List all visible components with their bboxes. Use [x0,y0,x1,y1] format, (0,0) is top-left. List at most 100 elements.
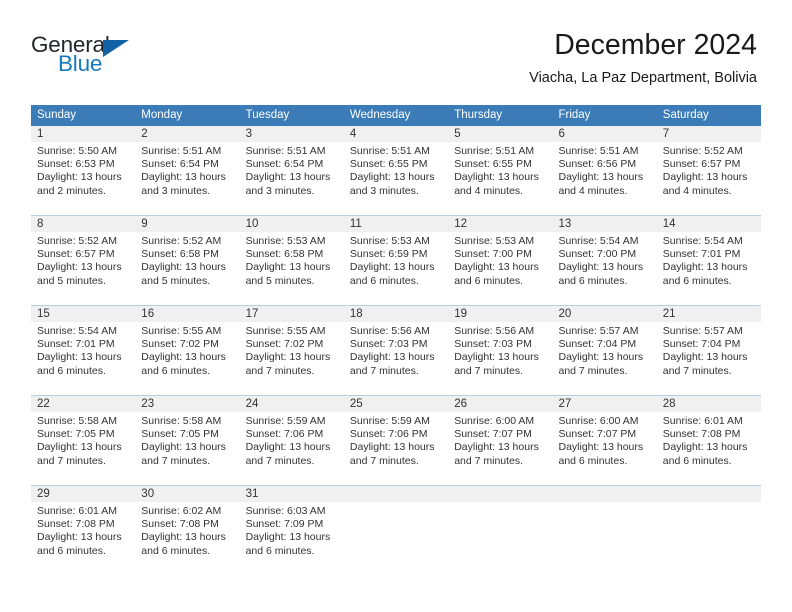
calendar-page: General Blue December 2024 Viacha, La Pa… [0,0,792,612]
day-number [448,486,552,501]
calendar-day-cell[interactable]: 30 Sunrise: 6:02 AM Sunset: 7:08 PM Dayligh… [135,485,240,565]
sunset-text: Sunset: 7:05 PM [37,428,115,441]
day-cell-inner: 22 Sunrise: 5:58 AM Sunset: 7:05 PM Dayligh… [31,396,136,475]
calendar-day-cell[interactable]: 17 Sunrise: 5:55 AM Sunset: 7:02 PM Dayligh… [239,305,344,385]
calendar-day-cell[interactable]: 2 Sunrise: 5:51 AM Sunset: 6:54 PM Daylight… [135,126,240,205]
calendar-day-cell[interactable]: 5 Sunrise: 5:51 AM Sunset: 6:55 PM Daylight… [448,126,553,205]
day-cell-inner: 23 Sunrise: 5:58 AM Sunset: 7:05 PM Dayligh… [135,396,240,475]
sunrise-text: Sunrise: 5:51 AM [141,145,222,157]
day-number: 5 [454,128,461,140]
day-cell-inner: 13 Sunrise: 5:54 AM Sunset: 7:00 PM Dayligh… [552,216,657,295]
calendar-day-cell[interactable]: 19 Sunrise: 5:56 AM Sunset: 7:03 PM Dayligh… [448,305,553,385]
day-number: 29 [37,488,50,500]
weekday-header-friday: Friday [552,105,657,126]
calendar-day-cell[interactable]: 20 Sunrise: 5:57 AM Sunset: 7:04 PM Dayligh… [552,305,657,385]
day-detail-lines: Sunrise: 6:01 AM Sunset: 7:08 PM Daylight:… [31,502,135,558]
day-number-strip: 28 [656,396,761,412]
calendar-day-cell[interactable]: 3 Sunrise: 5:51 AM Sunset: 6:54 PM Daylight… [239,126,344,205]
calendar-day-cell-empty [343,485,449,565]
day-cell-inner: 18 Sunrise: 5:56 AM Sunset: 7:03 PM Dayligh… [343,306,449,385]
day-number: 2 [141,128,148,140]
sunrise-text: Sunrise: 6:01 AM [37,505,117,517]
daylight-text: Daylight: 13 hours [454,441,539,454]
sunrise-text: Sunrise: 5:56 AM [349,325,430,337]
sunset-text: Sunset: 7:07 PM [454,428,532,441]
calendar-day-cell[interactable]: 12 Sunrise: 5:53 AM Sunset: 7:00 PM Dayligh… [448,215,553,295]
calendar-day-cell[interactable]: 11 Sunrise: 5:53 AM Sunset: 6:59 PM Dayligh… [343,215,449,295]
calendar-day-cell[interactable]: 16 Sunrise: 5:55 AM Sunset: 7:02 PM Dayligh… [135,305,240,385]
calendar-day-cell[interactable]: 1 Sunrise: 5:50 AM Sunset: 6:53 PM Daylight… [31,126,136,205]
daylight-text: Daylight: 13 hours [349,441,435,454]
calendar-day-cell[interactable]: 22 Sunrise: 5:58 AM Sunset: 7:05 PM Dayligh… [31,395,136,475]
calendar-day-cell[interactable]: 14 Sunrise: 5:54 AM Sunset: 7:01 PM Dayligh… [656,215,761,295]
day-number: 18 [349,308,363,320]
calendar-day-cell[interactable]: 8 Sunrise: 5:52 AM Sunset: 6:57 PM Daylight… [31,215,136,295]
day-number-strip: 19 [448,306,553,322]
daylight-text-cont: and 3 minutes. [245,184,315,197]
week-spacer [31,475,761,486]
day-number: 26 [454,398,467,410]
day-cell-inner: 20 Sunrise: 5:57 AM Sunset: 7:04 PM Dayligh… [552,306,657,385]
sunrise-text: Sunrise: 5:50 AM [37,145,117,157]
calendar-day-cell[interactable]: 18 Sunrise: 5:56 AM Sunset: 7:03 PM Dayligh… [343,305,449,385]
calendar-day-cell[interactable]: 28 Sunrise: 6:01 AM Sunset: 7:08 PM Dayligh… [656,395,761,475]
day-cell-inner: 1 Sunrise: 5:50 AM Sunset: 6:53 PM Daylight… [31,126,136,205]
calendar-day-cell[interactable]: 29 Sunrise: 6:01 AM Sunset: 7:08 PM Dayligh… [31,485,136,565]
daylight-text-cont: and 5 minutes. [37,274,106,287]
calendar-day-cell[interactable]: 23 Sunrise: 5:58 AM Sunset: 7:05 PM Dayligh… [135,395,240,475]
calendar-day-cell[interactable]: 4 Sunrise: 5:51 AM Sunset: 6:55 PM Daylight… [343,126,449,205]
day-detail-lines [448,502,552,505]
page-title: December 2024 [554,29,757,61]
day-detail-lines: Sunrise: 5:54 AM Sunset: 7:00 PM Daylight:… [552,232,656,288]
weekday-header-wednesday: Wednesday [343,105,449,126]
calendar-day-cell[interactable]: 25 Sunrise: 5:59 AM Sunset: 7:06 PM Dayligh… [343,395,449,475]
day-number: 27 [558,398,572,410]
day-cell-inner: 6 Sunrise: 5:51 AM Sunset: 6:56 PM Daylight… [552,126,657,205]
sunrise-text: Sunrise: 5:53 AM [245,235,326,247]
day-number-strip: 9 [135,216,240,232]
logo-text-blue: Blue [58,51,103,76]
day-cell-inner: 19 Sunrise: 5:56 AM Sunset: 7:03 PM Dayligh… [448,306,553,385]
weekday-header-monday: Monday [135,105,240,126]
day-detail-lines: Sunrise: 5:51 AM Sunset: 6:54 PM Daylight:… [135,142,239,198]
calendar-day-cell[interactable]: 31 Sunrise: 6:03 AM Sunset: 7:09 PM Dayligh… [239,485,344,565]
daylight-text: Daylight: 13 hours [37,171,122,184]
daylight-text-cont: and 4 minutes. [454,184,524,197]
week-spacer-row [31,295,761,306]
calendar-week-row: 8 Sunrise: 5:52 AM Sunset: 6:57 PM Daylight… [31,215,761,295]
daylight-text-cont: and 7 minutes. [662,364,732,377]
day-detail-lines: Sunrise: 5:53 AM Sunset: 6:59 PM Daylight:… [344,232,448,288]
day-cell-inner [343,486,449,565]
sunset-text: Sunset: 7:00 PM [558,248,637,261]
week-spacer [31,205,761,216]
calendar-day-cell-empty [448,485,553,565]
sunset-text: Sunset: 6:53 PM [37,158,115,171]
weekday-header-saturday: Saturday [656,105,761,126]
day-cell-inner: 17 Sunrise: 5:55 AM Sunset: 7:02 PM Dayligh… [239,306,344,385]
general-blue-logo[interactable]: General Blue [31,33,241,85]
daylight-text: Daylight: 13 hours [37,531,122,544]
calendar-day-cell[interactable]: 27 Sunrise: 6:00 AM Sunset: 7:07 PM Dayligh… [552,395,657,475]
calendar-day-cell[interactable]: 26 Sunrise: 6:00 AM Sunset: 7:07 PM Dayligh… [448,395,553,475]
day-number: 6 [558,128,565,140]
day-detail-lines: Sunrise: 5:52 AM Sunset: 6:58 PM Daylight:… [135,232,239,288]
calendar-day-cell[interactable]: 13 Sunrise: 5:54 AM Sunset: 7:00 PM Dayligh… [552,215,657,295]
calendar-day-cell[interactable]: 6 Sunrise: 5:51 AM Sunset: 6:56 PM Daylight… [552,126,657,205]
day-cell-inner: 10 Sunrise: 5:53 AM Sunset: 6:58 PM Dayligh… [239,216,344,295]
day-number: 10 [245,218,259,230]
calendar-day-cell[interactable]: 7 Sunrise: 5:52 AM Sunset: 6:57 PM Daylight… [656,126,761,205]
calendar-day-cell[interactable]: 9 Sunrise: 5:52 AM Sunset: 6:58 PM Daylight… [135,215,240,295]
calendar-body: 1 Sunrise: 5:50 AM Sunset: 6:53 PM Daylight… [31,126,761,565]
calendar-day-cell[interactable]: 24 Sunrise: 5:59 AM Sunset: 7:06 PM Dayligh… [239,395,344,475]
calendar-day-cell[interactable]: 10 Sunrise: 5:53 AM Sunset: 6:58 PM Dayligh… [239,215,344,295]
calendar-day-cell[interactable]: 15 Sunrise: 5:54 AM Sunset: 7:01 PM Dayligh… [31,305,136,385]
sunset-text: Sunset: 6:54 PM [141,158,219,171]
calendar-day-cell[interactable]: 21 Sunrise: 5:57 AM Sunset: 7:04 PM Dayligh… [656,305,761,385]
sunrise-text: Sunrise: 5:54 AM [558,235,639,247]
daylight-text: Daylight: 13 hours [141,351,226,364]
week-spacer [31,385,761,396]
sunset-text: Sunset: 6:55 PM [349,158,428,171]
daylight-text: Daylight: 13 hours [141,171,226,184]
sunrise-text: Sunrise: 5:53 AM [454,235,535,247]
day-cell-inner: 27 Sunrise: 6:00 AM Sunset: 7:07 PM Dayligh… [552,396,657,475]
